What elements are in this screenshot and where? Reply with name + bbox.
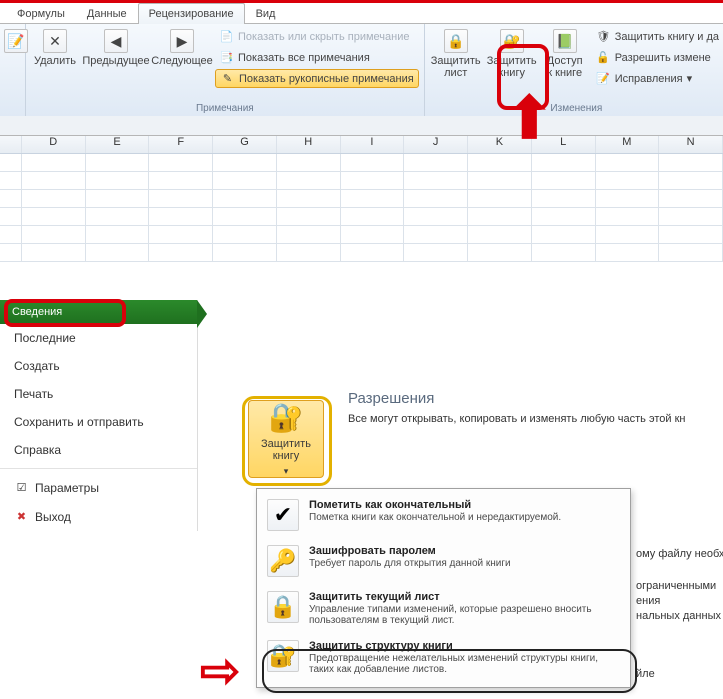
protect-workbook-button[interactable]: 🔐Защитить книгу [486, 27, 538, 81]
comments-icon: 📑 [219, 50, 234, 65]
protect-sheet-button[interactable]: 🔒Защитить лист [430, 27, 482, 81]
backstage-item-help[interactable]: Справка [0, 436, 197, 464]
track-changes-button[interactable]: 📝Исправления ▾ [592, 69, 723, 88]
backstage-content: Разрешения Все могут открывать, копирова… [198, 300, 723, 531]
arrow-right-icon: ▶ [170, 29, 194, 53]
dd-mark-final[interactable]: ✔ Пометить как окончательныйПометка книг… [261, 493, 626, 539]
track-icon: 📝 [596, 71, 611, 86]
delete-comment-button[interactable]: ✕Удалить [31, 27, 79, 69]
arrow-left-icon: ◀ [104, 29, 128, 53]
formula-bar[interactable] [0, 116, 723, 136]
protect-dropdown-menu: ✔ Пометить как окончательныйПометка книг… [256, 488, 631, 688]
workbook-lock-icon: 🔐 [500, 29, 524, 53]
final-icon: ✔ [267, 499, 299, 531]
toggle-comment-icon: 📄 [219, 29, 234, 44]
delete-icon: ✕ [43, 29, 67, 53]
prev-comment-button[interactable]: ◀Предыдущее [83, 27, 149, 69]
structure-lock-icon: 🔐 [267, 640, 299, 672]
options-icon: ☑ [14, 480, 29, 495]
backstage-item-recent[interactable]: Последние [0, 324, 197, 352]
tab-data[interactable]: Данные [76, 3, 138, 24]
permissions-title: Разрешения [348, 390, 723, 407]
spreadsheet-grid[interactable]: D E F G H I J K L M N [0, 136, 723, 262]
backstage-item-exit[interactable]: ✖Выход [0, 502, 197, 531]
ribbon-tabs: Формулы Данные Рецензирование Вид [0, 3, 723, 24]
allow-icon: 🔓 [596, 50, 611, 65]
group-changes-label: Изменения [430, 103, 723, 114]
backstage-tab-info[interactable]: Сведения [0, 300, 197, 324]
sheet-lock-icon: 🔒 [444, 29, 468, 53]
backstage-item-print[interactable]: Печать [0, 380, 197, 408]
password-icon: 🔑 [267, 545, 299, 577]
side-text-5: йле [636, 668, 655, 680]
dd-protect-sheet[interactable]: 🔒 Защитить текущий листУправление типами… [261, 585, 626, 634]
dd-encrypt[interactable]: 🔑 Зашифровать паролемТребует пароль для … [261, 539, 626, 585]
backstage-nav: Сведения Последние Создать Печать Сохран… [0, 300, 198, 531]
show-hide-comment-button[interactable]: 📄Показать или скрыть примечание [215, 27, 419, 46]
ribbon-body: 📝 ✕Удалить ◀Предыдущее ▶Следующее 📄Показ… [0, 24, 723, 116]
protect-share-button[interactable]: 🛡Защитить книгу и да [592, 27, 723, 46]
next-comment-button[interactable]: ▶Следующее [153, 27, 211, 69]
backstage-item-options[interactable]: ☑Параметры [0, 473, 197, 502]
lock-key-icon: 🔐 [269, 401, 304, 434]
new-comment-button[interactable]: 📝 [5, 27, 27, 55]
protect-workbook-dropdown-button[interactable]: 🔐 Защитить книгу ▾ [248, 400, 324, 478]
side-text-1: ому файлу необход [636, 548, 723, 560]
backstage-panel: Сведения Последние Создать Печать Сохран… [0, 300, 723, 531]
backstage-item-new[interactable]: Создать [0, 352, 197, 380]
show-all-comments-button[interactable]: 📑Показать все примечания [215, 48, 419, 67]
ink-icon: ✎ [220, 71, 235, 86]
chevron-down-icon: ▾ [284, 466, 289, 477]
protect-share-icon: 🛡 [596, 29, 611, 44]
sheet-lock-icon: 🔒 [267, 591, 299, 623]
comment-icon: 📝 [4, 29, 28, 53]
share-icon: 📗 [553, 29, 577, 53]
side-text-3: ения [636, 595, 660, 607]
side-text-4: нальных данных пр [636, 610, 723, 622]
dd-protect-structure[interactable]: 🔐 Защитить структуру книгиПредотвращение… [261, 634, 626, 683]
tab-formulas[interactable]: Формулы [6, 3, 76, 24]
tab-view[interactable]: Вид [245, 3, 287, 24]
annotation-arrow-right: ⇨ [200, 643, 240, 699]
allow-ranges-button[interactable]: 🔓Разрешить измене [592, 48, 723, 67]
share-workbook-button[interactable]: 📗Доступ к книге [542, 27, 588, 81]
group-comments-label: Примечания [31, 103, 419, 114]
column-headers: D E F G H I J K L M N [0, 136, 723, 154]
side-text-2: ограниченными [636, 580, 716, 592]
backstage-item-save-send[interactable]: Сохранить и отправить [0, 408, 197, 436]
exit-icon: ✖ [14, 509, 29, 524]
show-ink-button[interactable]: ✎Показать рукописные примечания [215, 69, 419, 88]
permissions-desc: Все могут открывать, копировать и изменя… [348, 413, 723, 425]
tab-review[interactable]: Рецензирование [138, 3, 245, 24]
